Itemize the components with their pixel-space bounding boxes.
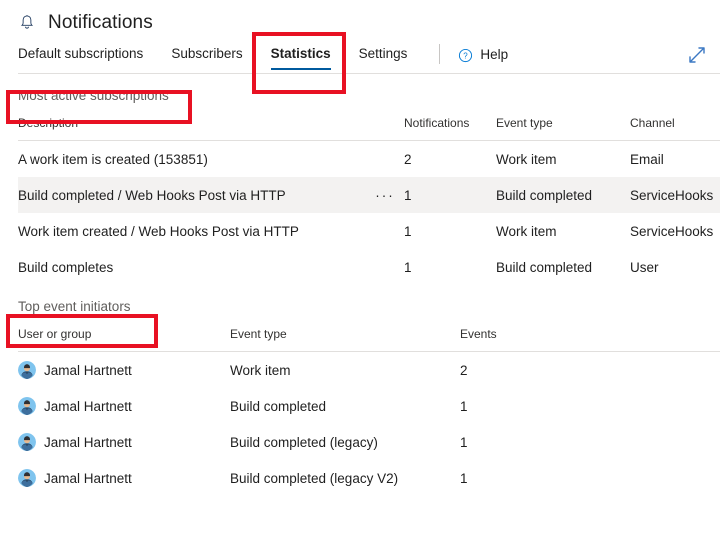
cell-notifications: 1 [404, 223, 412, 239]
svg-text:?: ? [464, 51, 469, 60]
table-header: Description Notifications Event type Cha… [18, 116, 720, 141]
page-header: Notifications [0, 0, 720, 34]
cell-channel: Email [630, 151, 664, 167]
cell-description: Work item created / Web Hooks Post via H… [18, 223, 299, 239]
table-header: User or group Event type Events [18, 327, 720, 352]
column-header-spacer [366, 116, 404, 141]
cell-event-type: Work item [496, 151, 557, 167]
cell-event-type: Build completed (legacy) [230, 434, 378, 450]
cell-user: Jamal Hartnett [18, 424, 230, 460]
column-header-user-or-group: User or group [18, 327, 92, 341]
column-header-events: Events [460, 327, 497, 341]
user-name: Jamal Hartnett [44, 470, 132, 486]
avatar [18, 361, 36, 379]
cell-notifications: 1 [404, 259, 412, 275]
cell-event-type: Work item [230, 362, 291, 378]
row-overflow-menu[interactable] [366, 213, 404, 249]
question-circle-icon: ? [459, 48, 473, 62]
cell-user: Jamal Hartnett [18, 460, 230, 496]
cell-event-type: Work item [496, 223, 557, 239]
expand-button[interactable] [686, 44, 708, 66]
table-row[interactable]: Jamal Hartnett Build completed 1 [18, 388, 720, 424]
cell-notifications: 1 [404, 187, 412, 203]
row-overflow-menu[interactable] [366, 141, 404, 178]
cell-events: 2 [460, 362, 468, 378]
page-title: Notifications [48, 12, 153, 33]
tab-subscribers[interactable]: Subscribers [171, 46, 242, 72]
most-active-subscriptions-section: Most active subscriptions [0, 74, 720, 116]
tab-bar-underline [18, 73, 720, 74]
row-overflow-menu[interactable]: ··· [366, 177, 404, 213]
user-name: Jamal Hartnett [44, 362, 132, 378]
table-row[interactable]: Jamal Hartnett Work item 2 [18, 352, 720, 389]
cell-user: Jamal Hartnett [18, 352, 230, 389]
cell-events: 1 [460, 470, 468, 486]
tab-default-subscriptions[interactable]: Default subscriptions [18, 46, 143, 72]
cell-events: 1 [460, 434, 468, 450]
cell-event-type: Build completed [230, 398, 327, 414]
cell-events: 1 [460, 398, 468, 414]
cell-description: Build completed / Web Hooks Post via HTT… [18, 187, 286, 203]
expand-diagonal-icon [689, 47, 705, 63]
top-event-initiators-table-wrap: User or group Event type Events Jamal Ha… [0, 327, 720, 496]
table-row[interactable]: Work item created / Web Hooks Post via H… [18, 213, 720, 249]
cell-channel: ServiceHooks [630, 187, 714, 203]
bell-icon [20, 15, 34, 29]
cell-channel: User [630, 259, 659, 275]
most-active-subscriptions-table: Description Notifications Event type Cha… [18, 116, 720, 285]
help-button[interactable]: ? Help [458, 47, 508, 72]
cell-event-type: Build completed [496, 259, 593, 275]
column-header-event-type: Event type [496, 116, 553, 130]
cell-description: Build completes [18, 259, 114, 275]
avatar [18, 397, 36, 415]
most-active-subscriptions-table-wrap: Description Notifications Event type Cha… [0, 116, 720, 285]
column-header-notifications: Notifications [404, 116, 470, 130]
cell-channel: ServiceHooks [630, 223, 714, 239]
most-active-subscriptions-title: Most active subscriptions [18, 88, 169, 103]
top-event-initiators-section: Top event initiators [0, 285, 720, 327]
help-label: Help [480, 47, 509, 62]
cell-user: Jamal Hartnett [18, 388, 230, 424]
top-event-initiators-table: User or group Event type Events Jamal Ha… [18, 327, 720, 496]
column-header-description: Description [18, 116, 79, 130]
avatar [18, 469, 36, 487]
table-row[interactable]: A work item is created (153851) 2 Work i… [18, 141, 720, 178]
table-row[interactable]: Jamal Hartnett Build completed (legacy V… [18, 460, 720, 496]
tab-statistics[interactable]: Statistics [270, 46, 331, 72]
tab-bar: Default subscriptions Subscribers Statis… [0, 34, 720, 74]
user-name: Jamal Hartnett [44, 434, 132, 450]
cell-event-type: Build completed [496, 187, 593, 203]
table-header-row: Description Notifications Event type Cha… [18, 116, 720, 141]
cell-description: A work item is created (153851) [18, 151, 208, 167]
top-event-initiators-title: Top event initiators [18, 299, 131, 314]
table-row[interactable]: Build completes 1 Build completed User [18, 249, 720, 285]
cell-event-type: Build completed (legacy V2) [230, 470, 399, 486]
user-name: Jamal Hartnett [44, 398, 132, 414]
cell-notifications: 2 [404, 151, 412, 167]
table-header-row: User or group Event type Events [18, 327, 720, 352]
avatar [18, 433, 36, 451]
table-row[interactable]: Jamal Hartnett Build completed (legacy) … [18, 424, 720, 460]
table-row[interactable]: Build completed / Web Hooks Post via HTT… [18, 177, 720, 213]
column-header-event-type: Event type [230, 327, 287, 341]
row-overflow-menu[interactable] [366, 249, 404, 285]
tab-divider [439, 44, 441, 64]
tab-settings[interactable]: Settings [359, 46, 408, 72]
column-header-channel: Channel [630, 116, 675, 130]
